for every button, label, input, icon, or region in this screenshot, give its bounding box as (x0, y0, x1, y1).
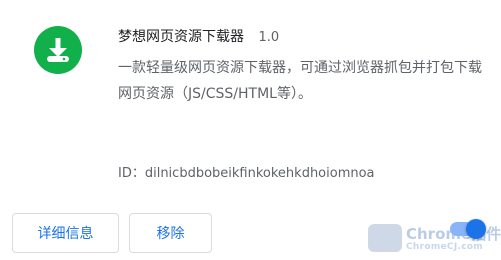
extension-card: 梦想网页资源下载器 1.0 一款轻量级网页资源下载器，可通过浏览器抓包并打包下载… (0, 0, 501, 260)
watermark-sub: ChromeCJ.com (406, 242, 483, 252)
download-icon (47, 38, 69, 62)
extension-version: 1.0 (258, 30, 280, 45)
toggle-knob (466, 219, 486, 239)
remove-button[interactable]: 移除 (129, 213, 212, 253)
enable-toggle[interactable] (450, 219, 486, 239)
extension-id: ID：dilnicbdbobeikfinkokehkdhoiomnoa (118, 166, 375, 181)
details-button[interactable]: 详细信息 (12, 213, 119, 253)
extension-download-icon (34, 26, 82, 74)
extension-name: 梦想网页资源下载器 (118, 29, 244, 45)
extension-title-row: 梦想网页资源下载器 1.0 (118, 26, 279, 46)
watermark-bubble-icon (368, 224, 402, 252)
extension-description: 一款轻量级网页资源下载器，可通过浏览器抓包并打包下载网页资源（JS/CSS/HT… (118, 60, 482, 102)
